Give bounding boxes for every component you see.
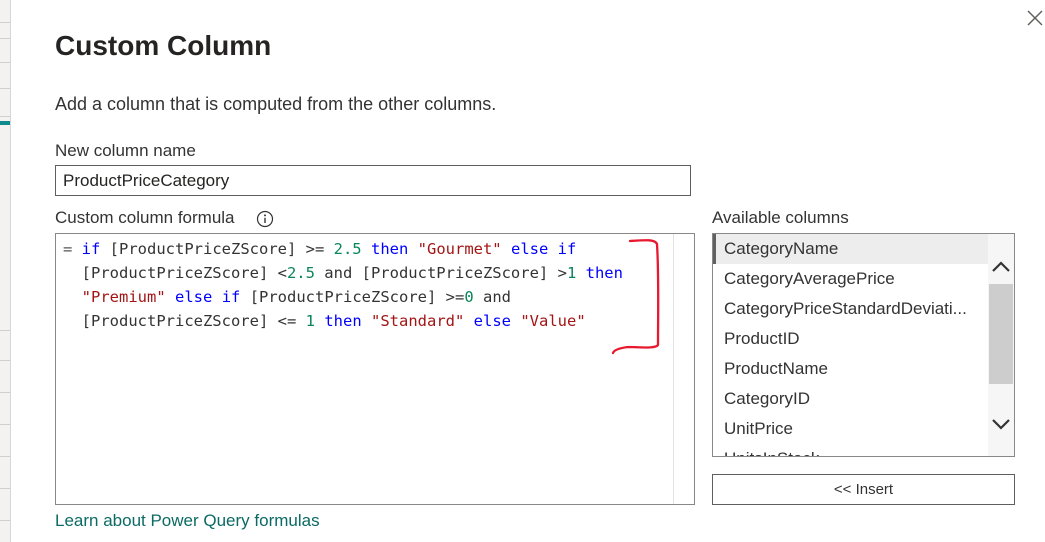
formula-token: "Standard" [371, 312, 465, 330]
column-list-item[interactable]: CategoryAveragePrice [713, 264, 989, 294]
formula-token [212, 288, 221, 306]
background-row-divider [0, 330, 10, 331]
available-columns-list[interactable]: CategoryName CategoryAveragePrice Category… [712, 233, 1015, 457]
info-icon[interactable] [256, 210, 274, 228]
formula-token [362, 240, 371, 258]
background-row-divider [0, 392, 10, 393]
formula-line: [ProductPriceZScore] <2.5 and [ProductPr… [63, 261, 623, 285]
formula-token: [ProductPriceZScore] < [63, 264, 287, 282]
formula-token: 0 [464, 288, 474, 306]
background-row-divider [0, 360, 10, 361]
custom-formula-label: Custom column formula [55, 208, 235, 227]
dialog-title: Custom Column [55, 30, 272, 61]
chevron-up-icon [992, 261, 1010, 272]
formula-token: = [63, 240, 82, 258]
formula-token: and [473, 288, 511, 306]
formula-token: [ProductPriceZScore] >= [240, 288, 465, 306]
background-row-divider [0, 488, 10, 489]
formula-token: 1 [305, 312, 315, 330]
formula-token [511, 312, 520, 330]
formula-token: if [81, 240, 101, 258]
close-icon [1027, 10, 1043, 26]
formula-token: if [557, 240, 577, 258]
formula-token: "Gourmet" [417, 240, 502, 258]
formula-token: else [175, 288, 213, 306]
red-bracket-annotation [611, 239, 660, 355]
scrollbar-thumb[interactable] [989, 284, 1013, 384]
formula-token: if [221, 288, 241, 306]
column-list-item[interactable]: ProductName [713, 354, 989, 384]
formula-editor[interactable]: = if [ProductPriceZScore] >= 2.5 then "G… [55, 233, 695, 505]
formula-token [166, 288, 175, 306]
new-column-name-label: New column name [55, 141, 196, 160]
formula-token: 1 [566, 264, 577, 282]
formula-token: 2.5 [286, 264, 315, 282]
scroll-up-button[interactable] [989, 255, 1013, 279]
formula-token: then [324, 312, 362, 330]
formula-token: 2.5 [333, 240, 362, 258]
background-row-divider [0, 88, 10, 89]
formula-token [63, 288, 82, 306]
formula-token [315, 312, 324, 330]
available-columns-label: Available columns [712, 208, 849, 227]
formula-token: then [370, 240, 409, 258]
column-list-item[interactable]: UnitPrice [713, 414, 989, 444]
column-list-item[interactable]: ProductID [713, 324, 989, 354]
info-icon [256, 210, 274, 228]
formula-line: = if [ProductPriceZScore] >= 2.5 then "G… [63, 237, 623, 261]
formula-token: "Premium" [81, 288, 166, 306]
formula-code[interactable]: = if [ProductPriceZScore] >= 2.5 then "G… [63, 237, 623, 333]
background-accent-bar [0, 121, 10, 125]
formula-token: and [ProductPriceZScore] > [314, 264, 567, 282]
insert-button[interactable]: << Insert [712, 474, 1015, 505]
background-row-divider [0, 520, 10, 521]
formula-token [502, 240, 511, 258]
formula-token: [ProductPriceZScore] >= [100, 240, 334, 258]
formula-line: "Premium" else if [ProductPriceZScore] >… [63, 285, 623, 309]
formula-token: "Value" [520, 312, 586, 330]
background-row-divider [0, 424, 10, 425]
background-row-divider [0, 38, 10, 39]
background-row-divider [0, 116, 10, 117]
close-button[interactable] [1025, 8, 1045, 28]
column-list-item[interactable]: CategoryPriceStandardDeviati... [713, 294, 989, 324]
background-row-divider [0, 22, 10, 23]
column-list-item[interactable]: CategoryName [713, 234, 989, 264]
formula-token: else [473, 312, 511, 330]
column-list-item[interactable]: CategoryID [713, 384, 989, 414]
chevron-down-icon [992, 419, 1010, 430]
formula-token [576, 264, 585, 282]
formula-token: else [511, 240, 549, 258]
new-column-name-input[interactable] [55, 165, 691, 196]
formula-token: [ProductPriceZScore] <= [63, 312, 306, 330]
formula-line: [ProductPriceZScore] <= 1 then "Standard… [63, 309, 623, 333]
editor-scroll-divider [673, 234, 674, 504]
background-app-strip [0, 0, 11, 542]
learn-power-query-link[interactable]: Learn about Power Query formulas [55, 511, 320, 531]
background-row-divider [0, 62, 10, 63]
formula-token [362, 312, 371, 330]
background-row-divider [0, 456, 10, 457]
scroll-down-button[interactable] [989, 412, 1013, 436]
formula-token [548, 240, 557, 258]
dialog-description: Add a column that is computed from the o… [55, 94, 497, 114]
formula-token [464, 312, 473, 330]
column-list-item[interactable]: UnitsInStock [713, 444, 989, 456]
formula-token [408, 240, 417, 258]
